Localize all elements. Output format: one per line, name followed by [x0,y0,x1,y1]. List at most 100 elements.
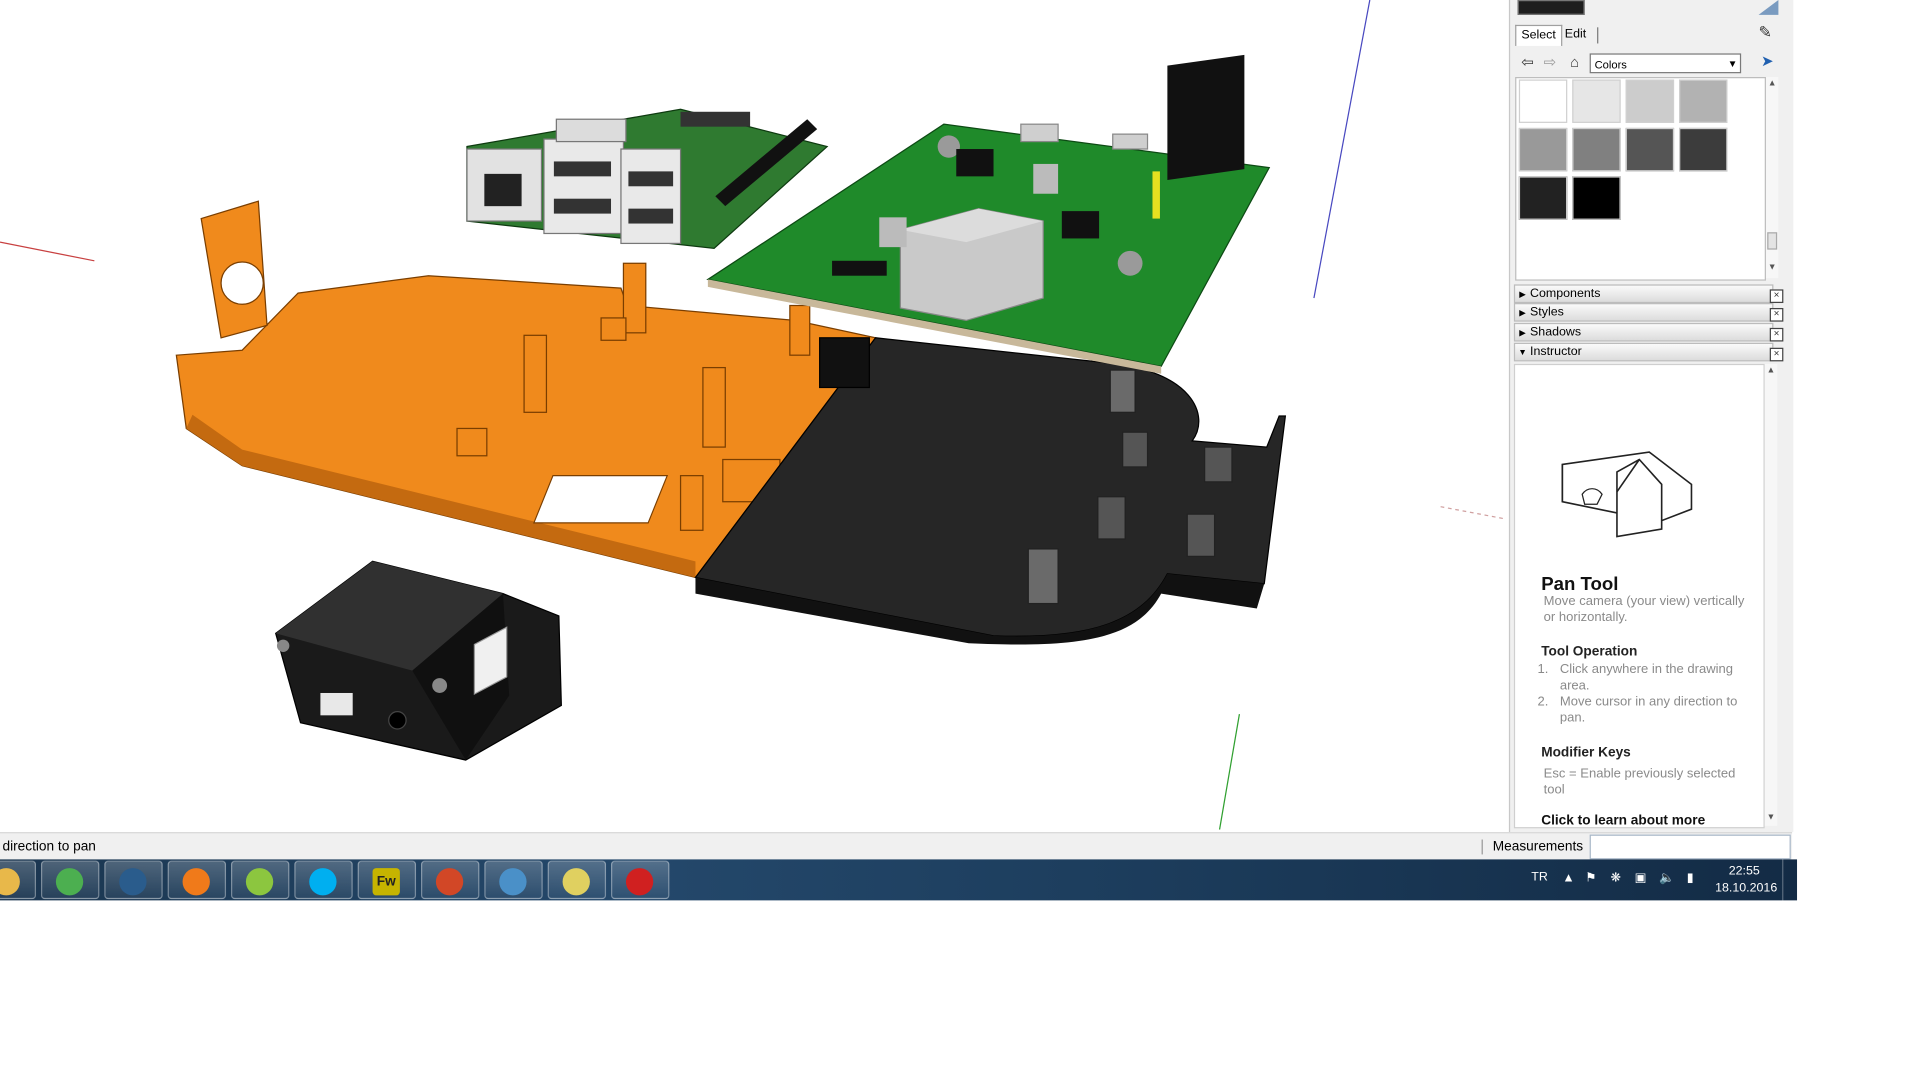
close-panel-icon[interactable]: × [1769,327,1784,342]
signal-icon[interactable]: ▮ [1684,872,1696,885]
taskbar-button[interactable] [104,860,163,900]
step-number: 2. [1537,694,1549,710]
details-arrow-icon[interactable]: ➤ [1761,52,1773,69]
scrollbar-thumb[interactable] [1767,232,1778,250]
panel-header-styles[interactable]: ▶ Styles × [1513,303,1784,322]
collapsed-triangle-icon: ▶ [1519,290,1526,300]
taskbar: Fw TR ▲ ⚑ ❋ ▣ 🔈 ▮ 22:55 18.10.2016 [0,859,1798,901]
operation-step: 2. Move cursor in any direction to pan. [1537,694,1758,726]
fireworks-icon: Fw [372,868,400,896]
color-swatch[interactable] [1679,79,1728,123]
panel-header-components[interactable]: ▶ Components × [1513,284,1784,304]
color-swatch[interactable] [1572,176,1621,220]
panel-label: Instructor [1530,345,1582,359]
show-hidden-icons-icon[interactable]: ▲ [1562,872,1574,885]
presentation-icon [435,868,464,896]
tab-edit[interactable]: Edit [1560,25,1591,45]
material-library-value: Colors [1594,58,1627,71]
taskbar-button[interactable] [0,860,37,900]
pan-tool-illustration [1561,451,1693,538]
modifier-keys-text: Esc = Enable previously selected tool [1543,766,1736,798]
instructor-description: Move camera (your view) vertically or ho… [1543,593,1745,625]
color-swatch[interactable] [1572,79,1621,123]
learn-more-link[interactable]: Click to learn about more [1541,813,1705,828]
tab-divider [1597,27,1599,44]
operation-step: 1. Click anywhere in the drawing area. [1537,662,1758,694]
drawing-area[interactable] [0,0,1509,830]
status-divider [1481,839,1483,855]
collapsed-triangle-icon: ▶ [1519,329,1526,338]
color-swatch[interactable] [1518,176,1568,220]
clock-date[interactable]: 18.10.2016 [1715,882,1777,896]
color-swatch[interactable] [1518,79,1568,123]
windows-explorer-icon [0,868,20,896]
taskbar-button[interactable] [167,860,227,900]
tool-operation-heading: Tool Operation [1541,644,1638,660]
panel-header-instructor[interactable]: ▼ Instructor × [1513,342,1784,362]
close-panel-icon[interactable]: × [1769,347,1784,362]
taskbar-button[interactable] [294,860,353,900]
taskbar-button[interactable] [40,860,100,900]
volume-icon[interactable]: 🔈 [1659,872,1674,885]
eyedropper-icon[interactable]: ✎ [1759,22,1779,42]
device-icon[interactable]: ▣ [1634,872,1647,885]
color-swatch[interactable] [1572,127,1621,172]
panel-label: Components [1530,286,1601,301]
taskbar-button[interactable] [230,860,290,900]
swatch-scrollbar[interactable]: ▲ ▼ [1765,76,1779,279]
penguin-icon [562,868,590,896]
close-panel-icon[interactable]: × [1769,307,1784,322]
taskbar-button[interactable] [611,860,670,900]
taskbar-button[interactable] [547,860,607,900]
taskbar-button[interactable]: Fw [357,860,417,900]
expanded-triangle-icon: ▼ [1518,348,1527,358]
material-library-select[interactable]: Colors ▼ [1589,53,1742,74]
collapsed-triangle-icon: ▶ [1519,309,1526,318]
model-scene [0,0,1507,830]
language-indicator[interactable]: TR [1531,871,1548,885]
color-swatch[interactable] [1679,127,1728,172]
status-hint: direction to pan [2,839,96,855]
sketchup-icon [625,868,654,896]
scroll-up-icon[interactable]: ▲ [1765,366,1777,375]
color-swatch[interactable] [1625,127,1675,172]
panel-label: Shadows [1530,325,1582,340]
blue-axis [1313,0,1371,299]
scroll-up-icon[interactable]: ▲ [1766,79,1778,88]
color-swatch[interactable] [1518,127,1568,172]
forward-arrow-icon[interactable]: ⇨ [1540,52,1560,72]
panel-label: Styles [1530,305,1564,320]
close-panel-icon[interactable]: × [1769,289,1784,304]
firefox-icon [182,868,210,896]
back-arrow-icon[interactable]: ⇦ [1518,52,1538,72]
default-tray: Select Edit ✎ ⇦ ⇨ ⌂ Colors ▼ ➤ ▲ ▼ ▶ Comp… [1508,0,1794,833]
color-swatch-grid [1515,76,1766,281]
home-icon[interactable]: ⌂ [1565,52,1585,72]
green-ring-icon [245,868,274,896]
tab-select[interactable]: Select [1515,24,1563,46]
show-desktop-button[interactable] [1782,859,1798,901]
step-text: Move cursor in any direction to pan. [1559,694,1738,726]
app-circle-icon [119,868,147,896]
scroll-down-icon[interactable]: ▼ [1766,263,1778,272]
single-board-computer [466,108,829,250]
color-swatch[interactable] [1625,79,1675,123]
taskbar-button[interactable] [421,860,480,900]
current-material-swatch[interactable] [1517,0,1585,15]
chrome-icon [55,868,84,896]
action-center-icon[interactable]: ⚑ [1585,872,1597,885]
instructor-scrollbar[interactable]: ▲ ▼ [1764,363,1778,826]
clock-time[interactable]: 22:55 [1729,864,1760,878]
chevron-down-icon: ▼ [1727,58,1738,70]
red-axis [0,241,95,262]
panel-header-shadows[interactable]: ▶ Shadows × [1513,322,1784,342]
skype-icon [309,868,337,896]
measurements-label: Measurements [1492,839,1584,855]
servo-motor [274,560,562,761]
scroll-down-icon[interactable]: ▼ [1765,813,1777,822]
measurements-input[interactable] [1589,834,1791,860]
taskbar-button[interactable] [484,860,543,900]
step-number: 1. [1537,661,1549,677]
green-axis [1218,713,1241,830]
network-sharing-icon[interactable]: ❋ [1610,872,1622,885]
